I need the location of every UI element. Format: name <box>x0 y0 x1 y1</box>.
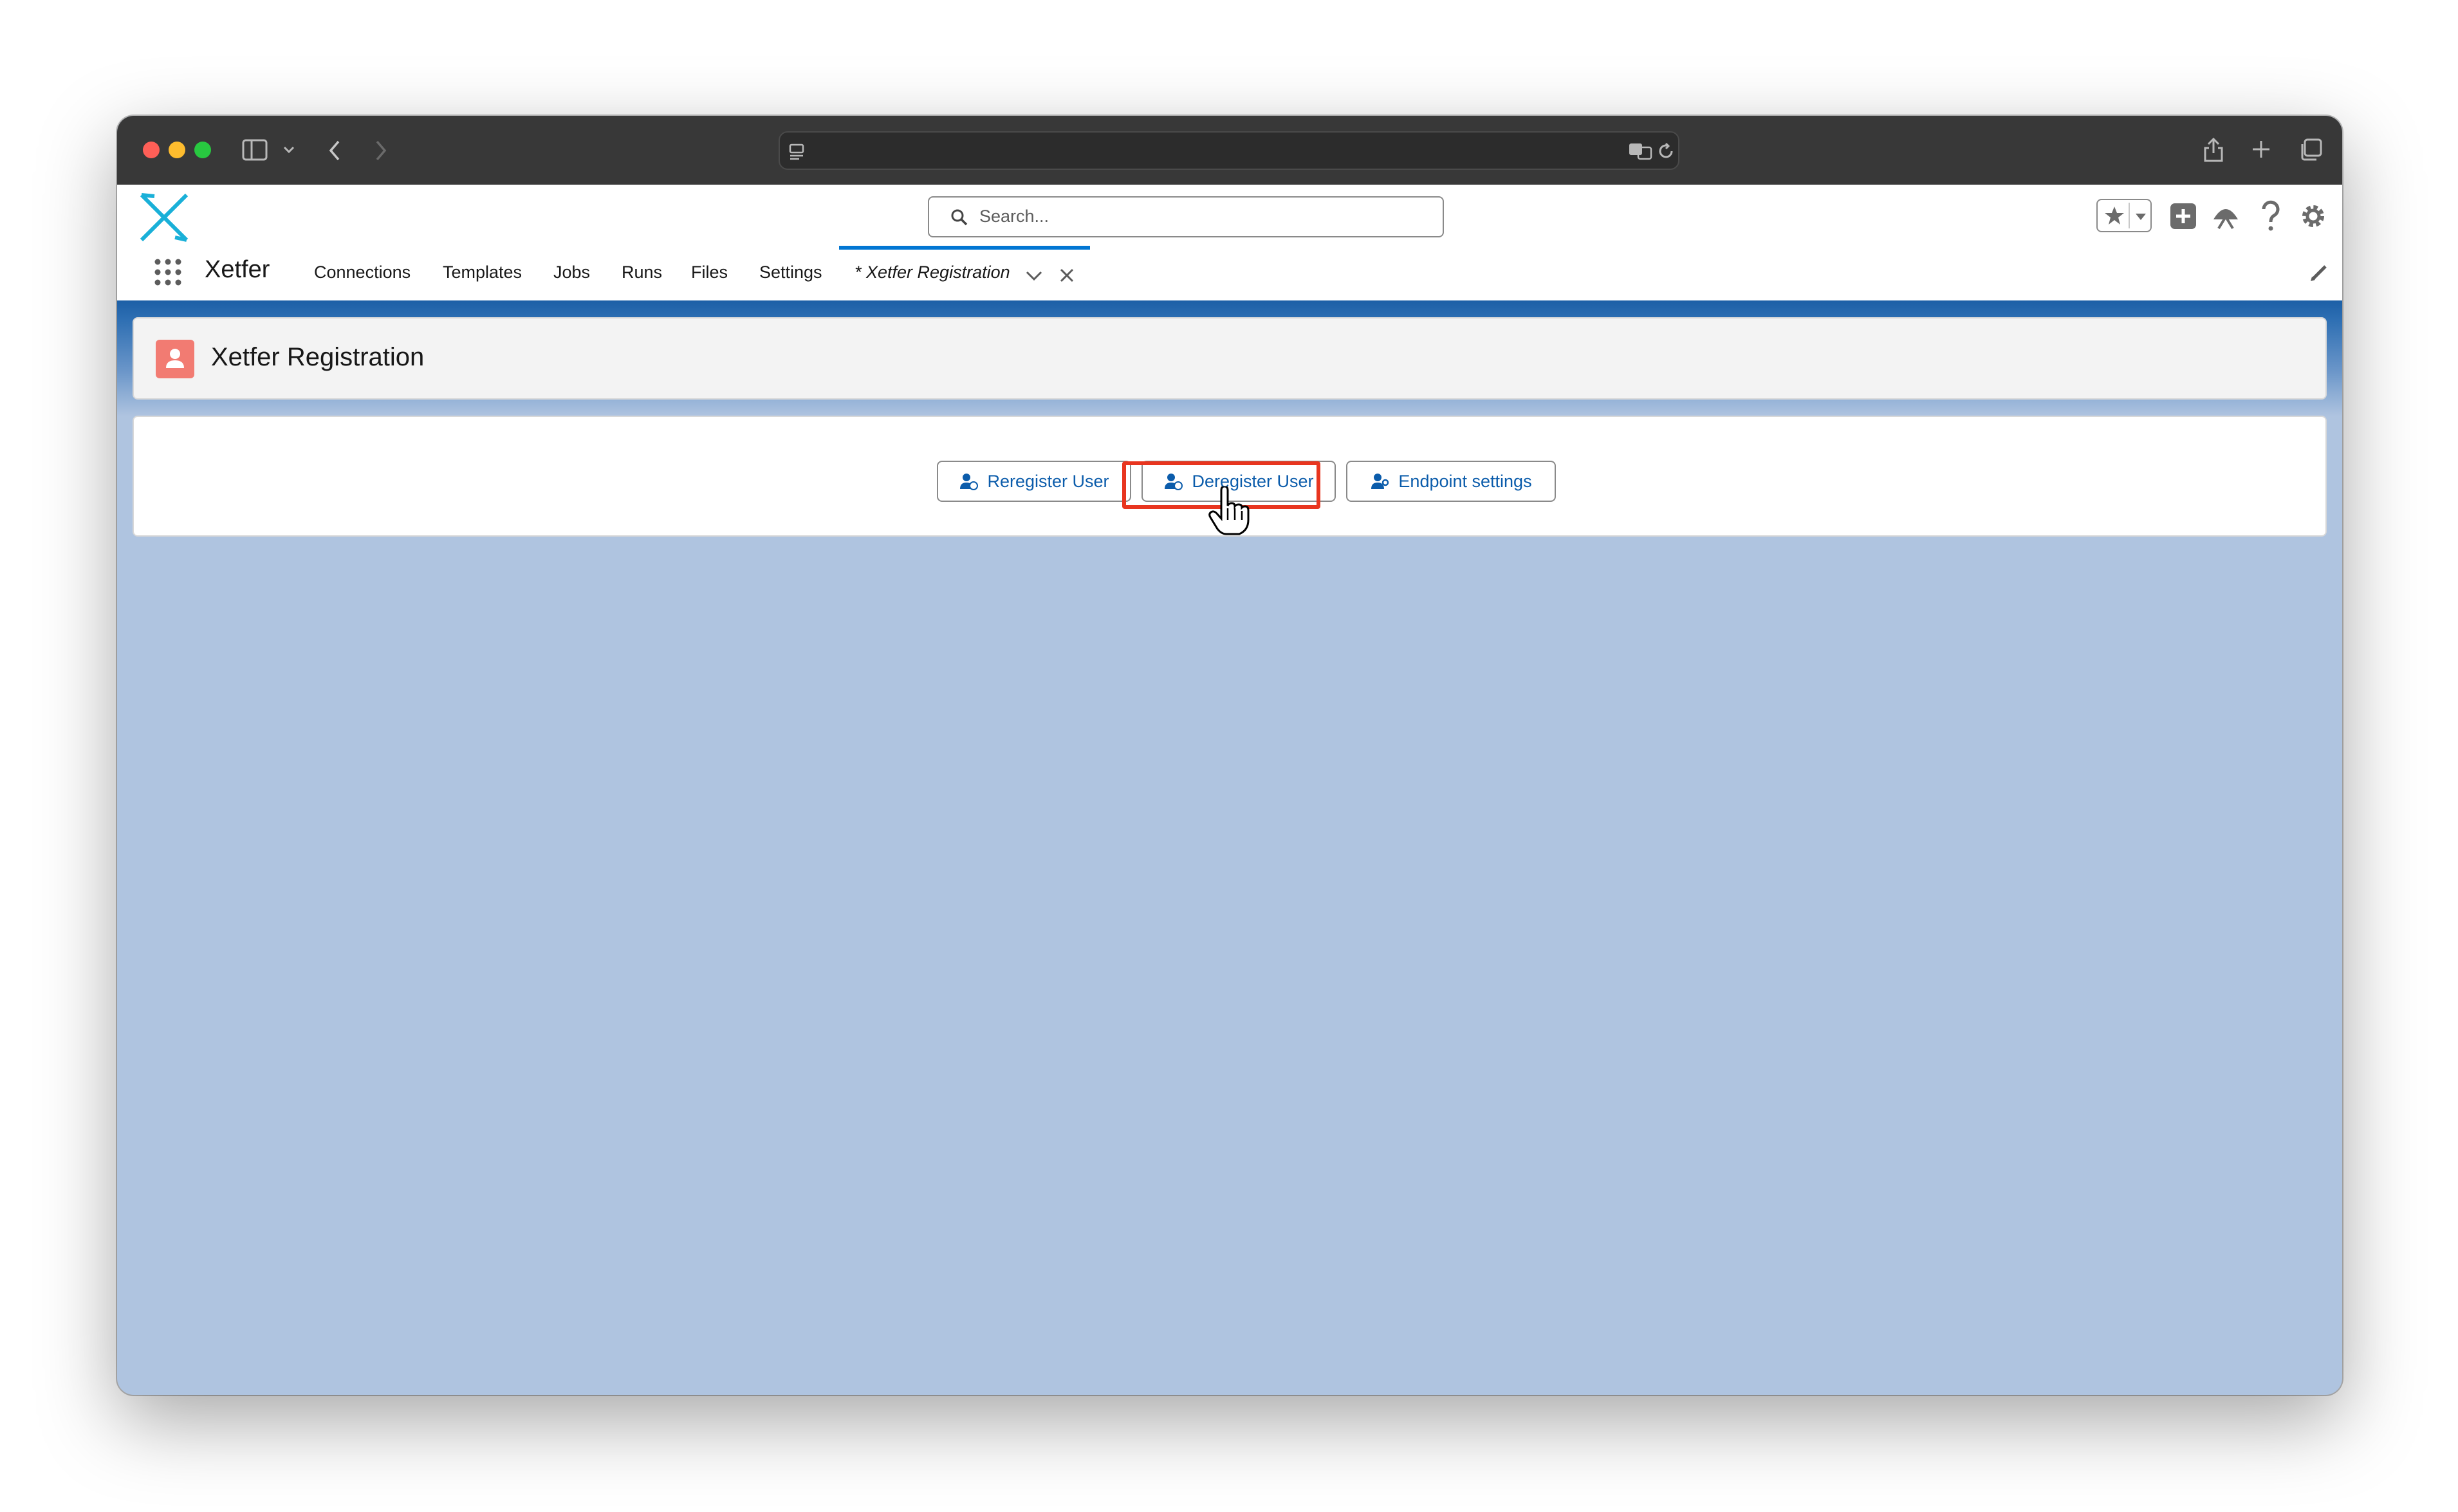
add-icon[interactable] <box>2170 203 2197 230</box>
help-icon[interactable] <box>2260 200 2282 232</box>
tab-label: * Xetfer Registration <box>855 263 1010 282</box>
nav-settings[interactable]: Settings <box>759 263 822 282</box>
tab-xetfer-registration[interactable]: * Xetfer Registration <box>839 246 1090 300</box>
chevron-down-icon[interactable] <box>1026 270 1042 282</box>
browser-window: Search... Xetfer Connections Templates J… <box>117 116 2342 1395</box>
app-nav-bar: Xetfer Connections Templates Jobs Runs F… <box>117 246 2342 300</box>
close-icon[interactable] <box>1059 268 1075 283</box>
sidebar-icon[interactable] <box>242 139 268 161</box>
search-placeholder: Search... <box>979 207 1049 226</box>
app-launcher-icon[interactable] <box>153 257 183 287</box>
xetfer-logo[interactable] <box>135 189 193 246</box>
app-header: Search... Xetfer Connections Templates J… <box>117 185 2342 300</box>
close-window-button[interactable] <box>143 142 160 158</box>
nav-templates[interactable]: Templates <box>443 263 522 282</box>
nav-jobs[interactable]: Jobs <box>553 263 590 282</box>
minimize-window-button[interactable] <box>169 142 185 158</box>
endpoint-settings-label: Endpoint settings <box>1398 471 1532 491</box>
back-icon[interactable] <box>327 139 342 162</box>
user-icon <box>960 474 979 490</box>
chevron-down-icon[interactable] <box>283 145 295 154</box>
favorites-icon[interactable] <box>2096 199 2152 232</box>
edit-icon[interactable] <box>2309 263 2329 283</box>
address-bar[interactable] <box>779 131 1679 170</box>
page-menu-icon[interactable] <box>788 143 806 161</box>
forward-icon[interactable] <box>373 139 389 162</box>
hand-cursor-icon <box>1208 486 1250 535</box>
trailhead-icon[interactable] <box>2211 203 2241 230</box>
search-input[interactable]: Search... <box>928 196 1444 237</box>
new-tab-icon[interactable] <box>2251 139 2271 160</box>
nav-runs[interactable]: Runs <box>622 263 662 282</box>
registration-icon <box>156 340 194 378</box>
translate-icon[interactable] <box>1628 142 1654 161</box>
reregister-user-button[interactable]: Reregister User <box>937 461 1131 502</box>
bell-icon[interactable] <box>2341 201 2342 230</box>
page-header-card: Xetfer Registration <box>133 317 2327 400</box>
app-name: Xetfer <box>205 256 270 283</box>
reregister-user-label: Reregister User <box>987 471 1109 491</box>
reload-icon[interactable] <box>1656 142 1676 161</box>
search-icon <box>951 209 968 226</box>
browser-toolbar <box>117 116 2342 185</box>
nav-files[interactable]: Files <box>691 263 728 282</box>
endpoint-settings-button[interactable]: Endpoint settings <box>1346 461 1556 502</box>
nav-connections[interactable]: Connections <box>314 263 411 282</box>
gear-icon[interactable] <box>2300 203 2327 230</box>
tabs-overview-icon[interactable] <box>2298 138 2323 162</box>
page-title: Xetfer Registration <box>211 343 425 371</box>
user-settings-icon <box>1371 474 1389 489</box>
share-icon[interactable] <box>2202 135 2225 163</box>
zoom-window-button[interactable] <box>194 142 211 158</box>
